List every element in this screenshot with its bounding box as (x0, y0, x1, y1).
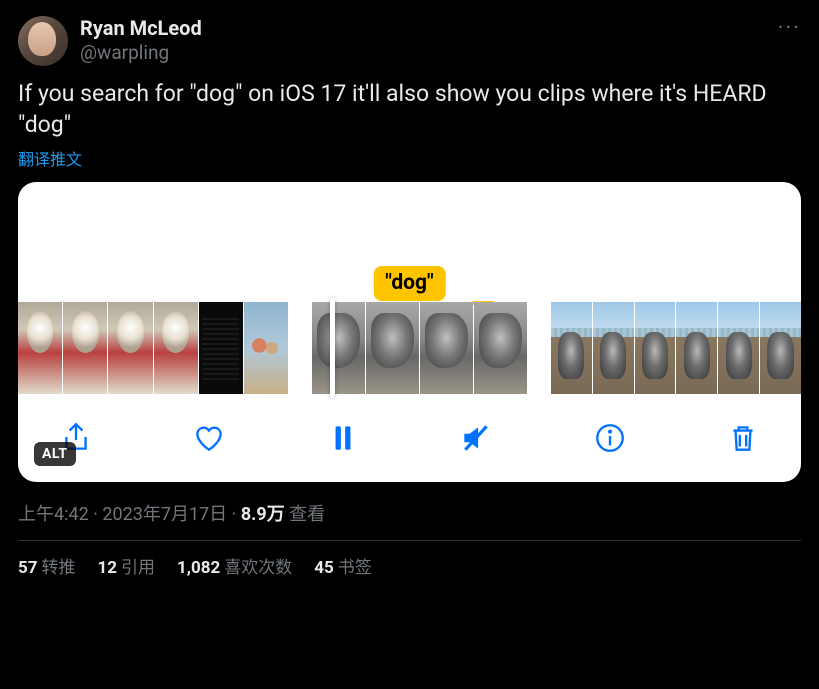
thumbnail[interactable] (108, 302, 152, 394)
thumbnail[interactable] (718, 302, 759, 394)
post-date[interactable]: 2023年7月17日 (102, 504, 227, 525)
info-icon[interactable] (592, 420, 628, 456)
translate-link[interactable]: 翻译推文 (18, 146, 82, 170)
thumbnail[interactable] (551, 302, 592, 394)
retweets-stat[interactable]: 57转推 (18, 553, 76, 578)
tweet: Ryan McLeod @warpling ··· If you search … (0, 0, 819, 588)
thumbnail[interactable] (760, 302, 801, 394)
media-toolbar (18, 398, 801, 482)
tweet-text: If you search for "dog" on iOS 17 it'll … (18, 78, 801, 140)
clip-group[interactable] (551, 302, 801, 394)
thumbnail[interactable] (63, 302, 107, 394)
thumbnail[interactable] (18, 302, 62, 394)
thumbnail[interactable] (312, 302, 365, 394)
thumbnail[interactable] (635, 302, 676, 394)
media-card[interactable]: "dog" (18, 182, 801, 482)
stats-row: 57转推 12引用 1,082喜欢次数 45书签 (18, 553, 801, 578)
thumbnail[interactable] (474, 302, 527, 394)
more-icon[interactable]: ··· (778, 16, 801, 41)
heart-icon[interactable] (191, 420, 227, 456)
views-label: 查看 (285, 504, 325, 525)
likes-stat[interactable]: 1,082喜欢次数 (177, 553, 292, 578)
avatar[interactable] (18, 16, 68, 66)
views-count: 8.9万 (241, 504, 285, 525)
quotes-stat[interactable]: 12引用 (98, 553, 156, 578)
post-time[interactable]: 上午4:42 (18, 504, 89, 525)
display-name: Ryan McLeod (80, 16, 766, 41)
author-block[interactable]: Ryan McLeod @warpling (80, 16, 766, 65)
playhead[interactable] (330, 298, 335, 398)
thumbnail[interactable] (676, 302, 717, 394)
caption-badge: "dog" (373, 266, 445, 301)
thumbnail[interactable] (244, 302, 288, 394)
alt-badge[interactable]: ALT (34, 442, 76, 466)
thumbnail[interactable] (366, 302, 419, 394)
bookmarks-stat[interactable]: 45书签 (314, 553, 372, 578)
divider (18, 540, 801, 541)
timeline-strip[interactable] (18, 302, 801, 398)
user-handle: @warpling (80, 41, 766, 65)
tweet-header: Ryan McLeod @warpling ··· (18, 16, 801, 66)
thumbnail[interactable] (593, 302, 634, 394)
clip-group[interactable] (18, 302, 288, 394)
trash-icon[interactable] (725, 420, 761, 456)
thumbnail[interactable] (154, 302, 198, 394)
thumbnail[interactable] (199, 302, 243, 394)
thumbnail[interactable] (420, 302, 473, 394)
clip-group[interactable] (312, 302, 527, 394)
mute-icon[interactable] (458, 420, 494, 456)
meta-row: 上午4:42 · 2023年7月17日 · 8.9万 查看 (18, 500, 801, 526)
pause-icon[interactable] (325, 420, 361, 456)
